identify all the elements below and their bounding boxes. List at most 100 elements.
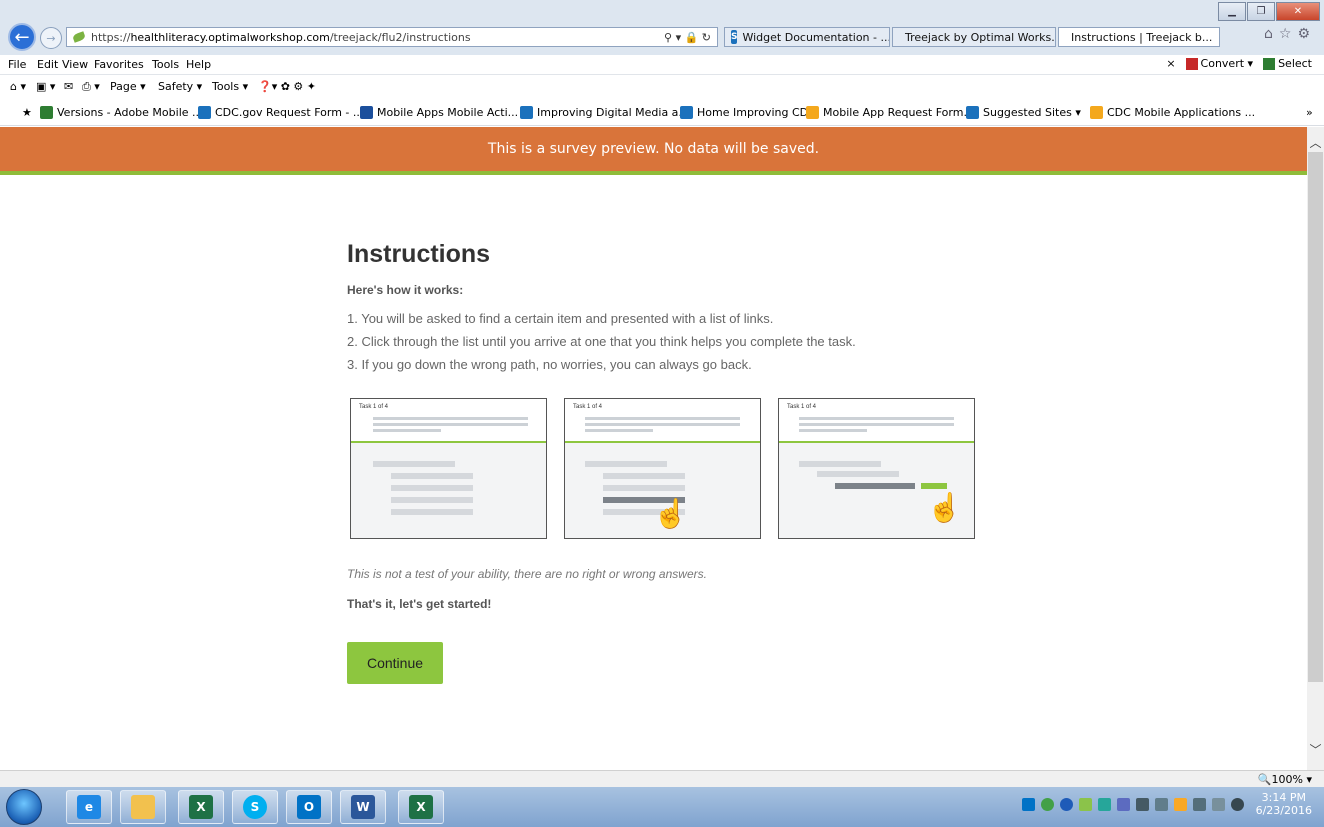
taskbar-word-button[interactable]: W (340, 790, 386, 824)
tab-instructions[interactable]: Instructions | Treejack b... × (1058, 27, 1220, 47)
clock-date: 6/23/2016 (1255, 804, 1312, 817)
back-arrow-icon: ← (14, 26, 30, 48)
site-favicon-icon (71, 31, 87, 43)
tools-menu[interactable]: Tools ▾ (212, 80, 248, 93)
taskbar-excel-button[interactable]: X (398, 790, 444, 824)
tab-treejack[interactable]: Treejack by Optimal Works... (892, 27, 1056, 47)
favorite-link[interactable]: Mobile Apps Mobile Acti... (360, 106, 518, 119)
taskbar-skype-button[interactable]: S (232, 790, 278, 824)
taskbar-ie-button[interactable]: e (66, 790, 112, 824)
convert-button[interactable]: Convert ▾ (1185, 57, 1253, 70)
more-favorites-chevron-icon[interactable]: » (1306, 106, 1313, 119)
clock[interactable]: 3:14 PM 6/23/2016 (1256, 791, 1312, 817)
monitor-tray-icon[interactable] (1154, 797, 1168, 811)
excel-icon: X (409, 795, 433, 819)
zoom-control[interactable]: 🔍100% ▾ (1258, 773, 1312, 786)
favorite-link[interactable]: Mobile App Request Form... (806, 106, 974, 119)
favorite-favicon (680, 106, 693, 119)
safety-menu[interactable]: Safety ▾ (158, 80, 202, 93)
clock-time: 3:14 PM (1261, 791, 1306, 804)
preview-banner: This is a survey preview. No data will b… (0, 127, 1307, 175)
sync-tray-icon[interactable] (1040, 797, 1054, 811)
page-title: Instructions (347, 240, 491, 268)
feeds-icon[interactable]: ▣ ▾ (36, 80, 55, 93)
windows-taskbar: e X S O W X 3:14 PM 6/23/2016 (0, 787, 1324, 827)
word-icon: W (351, 795, 375, 819)
volume-icon[interactable] (1230, 797, 1244, 811)
preview-banner-text: This is a survey preview. No data will b… (487, 141, 820, 157)
home-favorites-settings-icons[interactable]: ⌂☆⚙ (1264, 26, 1316, 42)
lock-tray-icon[interactable] (1173, 797, 1187, 811)
favorites-star-icon[interactable]: ★ (22, 106, 32, 119)
scroll-down-chevron-icon[interactable]: ﹀ (1307, 741, 1324, 758)
menu-file[interactable]: File (8, 58, 26, 71)
forward-arrow-icon: → (46, 31, 56, 45)
outlook-tray-icon[interactable] (1021, 797, 1035, 811)
treejack-favicon-icon (1063, 33, 1067, 41)
card-task-label: Task 1 of 4 (573, 404, 603, 410)
scrollbar-thumb[interactable] (1308, 152, 1323, 682)
continue-button[interactable]: Continue (347, 642, 443, 684)
security-tray-icon[interactable] (1078, 797, 1092, 811)
tab-label: Instructions | Treejack b... (1071, 30, 1213, 44)
card-task-label: Task 1 of 4 (787, 404, 817, 410)
reassurance-note: This is not a test of your ability, ther… (347, 567, 707, 581)
tab-close-icon[interactable]: × (1218, 31, 1219, 44)
menu-bar: File Edit View Favorites Tools Help × Co… (0, 55, 1324, 75)
illustration-card-1: Task 1 of 4 (350, 398, 547, 539)
home-icon[interactable]: ⌂ ▾ (10, 80, 26, 93)
taskbar-explorer-button[interactable] (120, 790, 166, 824)
status-bar: 🔍100% ▾ (0, 770, 1324, 788)
favorites-bar: ★ Versions - Adobe Mobile ... CDC.gov Re… (0, 100, 1324, 126)
minimize-button[interactable]: ▁ (1218, 2, 1246, 21)
favorite-link[interactable]: CDC Mobile Applications ... (1090, 106, 1255, 119)
favorite-favicon (40, 106, 53, 119)
bluetooth-tray-icon[interactable] (1059, 797, 1073, 811)
hand-cursor-icon: ☝ (653, 498, 688, 529)
select-button[interactable]: Select (1263, 57, 1312, 70)
menu-edit[interactable]: Edit (37, 58, 58, 71)
window-controls: ▁ ❐ ✕ (1217, 2, 1320, 21)
card-task-label: Task 1 of 4 (359, 404, 389, 410)
flag-tray-icon[interactable] (1211, 797, 1225, 811)
system-tray: 3:14 PM 6/23/2016 (1021, 791, 1312, 817)
forward-button[interactable]: → (40, 27, 62, 49)
pdf-icon (1185, 58, 1198, 70)
maximize-button[interactable]: ❐ (1247, 2, 1275, 21)
display-tray-icon[interactable] (1135, 797, 1149, 811)
mail-icon[interactable]: ✉ (64, 80, 73, 93)
menu-favorites[interactable]: Favorites (94, 58, 144, 71)
favorite-favicon (806, 106, 819, 119)
select-icon (1263, 58, 1276, 70)
print-icon[interactable]: ⎙ ▾ (82, 80, 100, 94)
address-bar[interactable]: https://healthliteracy.optimalworkshop.c… (66, 27, 718, 47)
taskbar-excel-button[interactable]: X (178, 790, 224, 824)
get-started-text: That's it, let's get started! (347, 597, 492, 611)
close-button[interactable]: ✕ (1276, 2, 1320, 21)
outlook-icon: O (297, 795, 321, 819)
back-button[interactable]: ← (8, 23, 36, 51)
favorite-link[interactable]: Suggested Sites ▾ (966, 106, 1081, 119)
favorite-favicon (1090, 106, 1103, 119)
menu-tools[interactable]: Tools (152, 58, 179, 71)
scroll-up-chevron-icon[interactable]: ︿ (1307, 134, 1324, 151)
intro-text: Here's how it works: (347, 283, 464, 297)
menu-help[interactable]: Help (186, 58, 211, 71)
favorite-link[interactable]: CDC.gov Request Form - ... (198, 106, 363, 119)
favorite-link[interactable]: Home Improving CDC (680, 106, 816, 119)
page-menu[interactable]: Page ▾ (110, 80, 146, 93)
toolbar-close-icon[interactable]: × (1166, 57, 1175, 70)
taskbar-outlook-button[interactable]: O (286, 790, 332, 824)
step-item: 2. Click through the list until you arri… (347, 334, 856, 349)
tab-widget-documentation[interactable]: S Widget Documentation - ... (724, 27, 890, 47)
hand-cursor-icon: ☝ (927, 492, 962, 523)
start-button[interactable] (6, 789, 42, 825)
help-icon[interactable]: ❓▾ ✿ ⚙ ✦ (258, 80, 316, 93)
search-lock-refresh-icons[interactable]: ⚲ ▾ 🔒 ↻ (664, 31, 711, 44)
network-tray-icon[interactable] (1097, 797, 1111, 811)
power-tray-icon[interactable] (1192, 797, 1206, 811)
favorite-link[interactable]: Versions - Adobe Mobile ... (40, 106, 203, 119)
menu-view[interactable]: View (62, 58, 88, 71)
app-tray-icon[interactable] (1116, 797, 1130, 811)
favorite-link[interactable]: Improving Digital Media a... (520, 106, 689, 119)
